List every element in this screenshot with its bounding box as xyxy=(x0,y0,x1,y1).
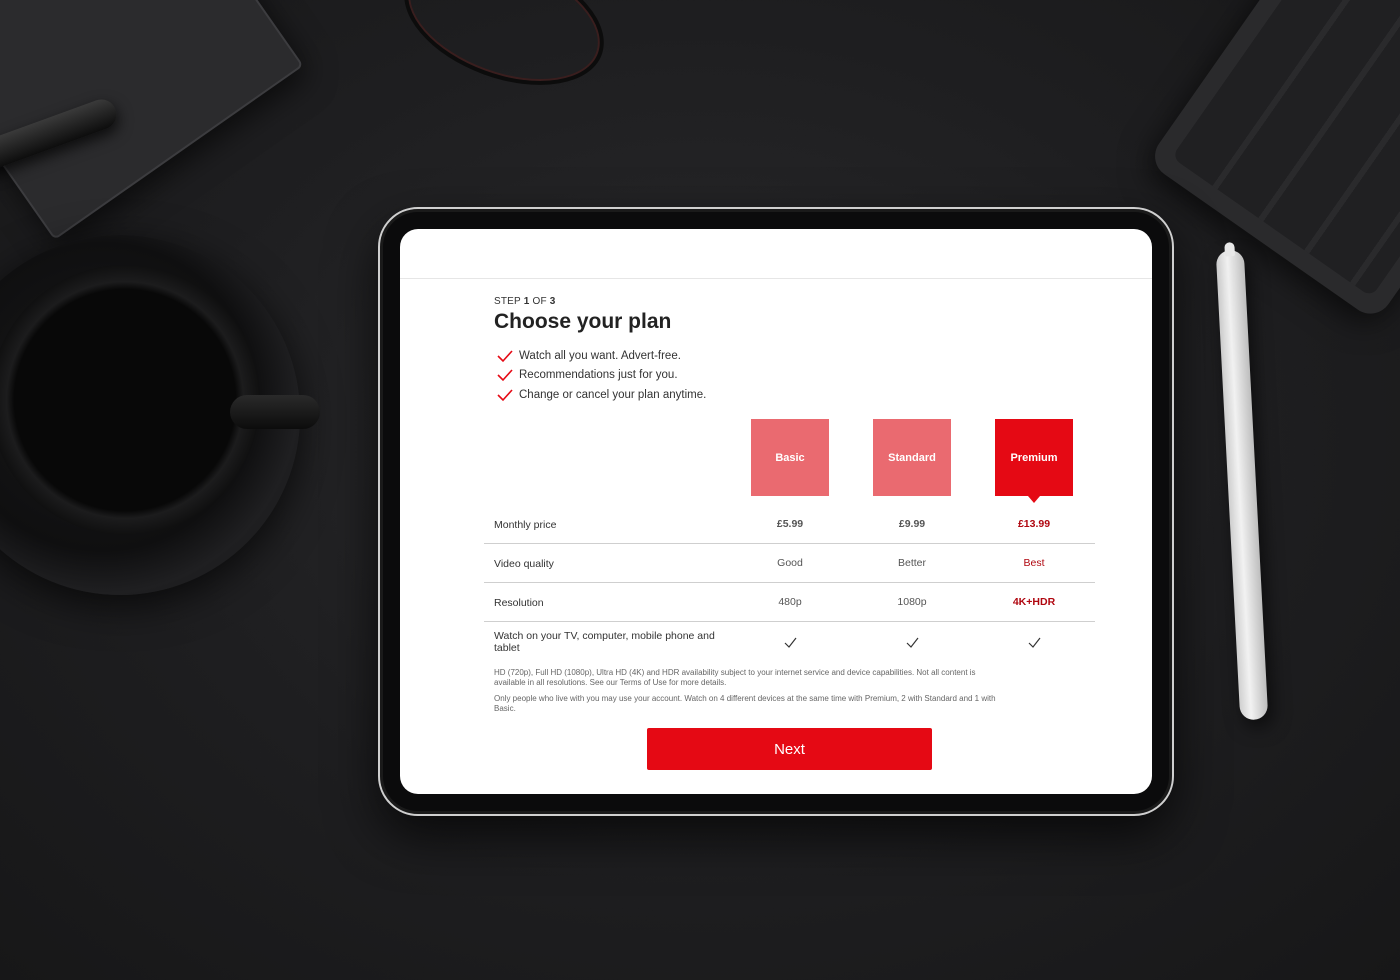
page-title: Choose your plan xyxy=(494,310,672,333)
coffee-cup-prop xyxy=(0,265,260,535)
price-standard: £9.99 xyxy=(898,518,926,530)
next-button[interactable]: Next xyxy=(647,728,932,770)
devices-standard-check xyxy=(873,635,951,653)
benefit-item: Watch all you want. Advert-free. xyxy=(496,346,706,366)
check-icon xyxy=(906,637,918,648)
plan-basic[interactable]: Basic xyxy=(751,419,829,496)
benefit-item: Change or cancel your plan anytime. xyxy=(496,385,706,405)
devices-premium-check xyxy=(995,635,1073,653)
plan-premium[interactable]: Premium xyxy=(995,419,1073,503)
price-premium: £13.99 xyxy=(1017,518,1051,530)
fineprint-resolution: HD (720p), Full HD (1080p), Ultra HD (4K… xyxy=(494,668,976,687)
row-label: Monthly price xyxy=(494,519,557,531)
stylus-prop xyxy=(1215,242,1269,721)
glasses-prop xyxy=(386,0,622,111)
row-label: Resolution xyxy=(494,597,544,609)
benefits-list: Watch all you want. Advert-free. Recomme… xyxy=(496,346,706,405)
plan-standard[interactable]: Standard xyxy=(873,419,951,496)
step-total: 3 xyxy=(549,296,556,307)
fineprint-devices: Only people who live with you may use yo… xyxy=(494,694,996,713)
check-icon xyxy=(784,637,796,648)
row-label: Watch on your TV, computer, mobile phone… xyxy=(494,630,715,654)
quality-standard: Better xyxy=(897,557,926,569)
quality-premium: Best xyxy=(1023,557,1045,569)
step-indicator: STEP 1 OF 3 xyxy=(494,296,556,307)
table-row-devices: Watch on your TV, computer, mobile phone… xyxy=(484,622,1095,662)
resolution-standard: 1080p xyxy=(897,596,927,608)
step-of: OF xyxy=(532,296,547,307)
table-row-resolution: Resolution 480p 1080p 4K+HDR xyxy=(484,583,1095,622)
check-icon xyxy=(497,389,513,401)
quality-basic: Good xyxy=(777,557,803,569)
keyboard-prop xyxy=(1146,0,1400,323)
tablet-screen: STEP 1 OF 3 Choose your plan Watch all y… xyxy=(400,229,1152,794)
benefit-text: Watch all you want. Advert-free. xyxy=(519,349,681,362)
benefit-item: Recommendations just for you. xyxy=(496,366,706,386)
table-row-price: Monthly price £5.99 £9.99 £13.99 xyxy=(484,506,1095,544)
check-icon xyxy=(497,369,513,382)
resolution-basic: 480p xyxy=(778,596,802,608)
resolution-premium: 4K+HDR xyxy=(1012,596,1056,608)
devices-basic-check xyxy=(751,635,829,653)
cup-handle-prop xyxy=(230,395,320,429)
price-basic: £5.99 xyxy=(776,518,804,530)
row-label: Video quality xyxy=(494,558,554,570)
step-current: 1 xyxy=(523,296,530,307)
benefit-text: Recommendations just for you. xyxy=(519,369,678,382)
benefit-text: Change or cancel your plan anytime. xyxy=(519,388,707,401)
table-row-quality: Video quality Good Better Best xyxy=(484,544,1095,583)
top-bar xyxy=(400,229,1152,279)
check-icon xyxy=(1028,637,1040,648)
step-prefix: STEP xyxy=(494,296,521,307)
check-icon xyxy=(497,350,513,362)
